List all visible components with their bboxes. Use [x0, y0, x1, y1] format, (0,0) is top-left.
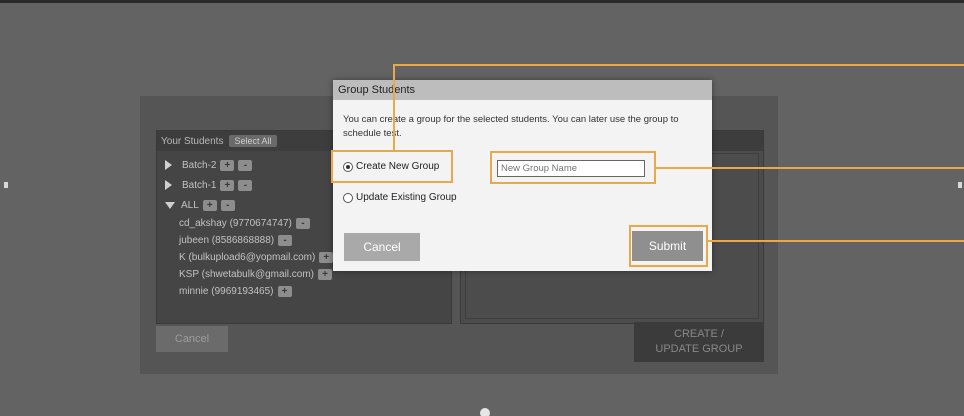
highlight-submit-button — [629, 225, 708, 267]
create-update-label-line2: UPDATE GROUP — [655, 343, 743, 355]
select-all-button[interactable]: Select All — [229, 135, 277, 147]
student-label: K (bulkupload6@yopmail.com) — [179, 252, 316, 263]
student-label: cd_akshay (9770674747) — [179, 218, 292, 229]
students-header-title: Your Students — [161, 135, 224, 147]
remove-student-button[interactable]: - — [278, 235, 293, 246]
expand-arrow-icon[interactable] — [165, 180, 172, 190]
update-existing-group-label[interactable]: Update Existing Group — [356, 192, 457, 203]
add-student-button[interactable]: + — [277, 286, 292, 297]
cancel-button[interactable]: Cancel — [344, 233, 420, 261]
highlight-group-name-input — [490, 151, 656, 184]
add-student-button[interactable]: + — [318, 269, 333, 280]
create-update-group-button[interactable]: CREATE / UPDATE GROUP — [634, 322, 764, 362]
add-button[interactable]: + — [220, 179, 235, 191]
remove-student-button[interactable]: - — [295, 218, 310, 229]
right-edge-marker — [958, 182, 962, 188]
update-existing-group-option[interactable]: Update Existing Group — [343, 192, 457, 203]
left-edge-marker — [4, 182, 8, 188]
tree-node-label: Batch-2 — [182, 159, 217, 171]
collapse-arrow-icon[interactable] — [165, 201, 175, 209]
remove-button[interactable]: - — [238, 179, 253, 191]
dialog-title: Group Students — [333, 80, 712, 100]
bottom-marker — [480, 408, 490, 416]
callout-line-1-vertical — [393, 64, 395, 150]
callout-line-2 — [656, 167, 964, 169]
tree-node-label: Batch-1 — [182, 179, 217, 191]
callout-line-3 — [708, 240, 964, 242]
student-item: minnie (9969193465) + — [165, 283, 443, 300]
expand-arrow-icon[interactable] — [165, 160, 172, 170]
add-student-button[interactable]: + — [319, 252, 334, 263]
radio-unselected-icon[interactable] — [343, 192, 353, 203]
remove-button[interactable]: - — [220, 199, 235, 211]
remove-button[interactable]: - — [238, 159, 253, 171]
top-border — [0, 0, 964, 3]
tree-node-label: ALL — [181, 199, 199, 211]
student-label: KSP (shwetabulk@gmail.com) — [179, 269, 315, 280]
page-cancel-button[interactable]: Cancel — [156, 326, 228, 352]
create-update-label-line1: CREATE / — [674, 328, 724, 340]
add-button[interactable]: + — [202, 199, 217, 211]
student-label: jubeen (8586868888) — [179, 235, 275, 246]
dialog-description: You can create a group for the selected … — [343, 114, 679, 139]
callout-line-1-horizontal — [393, 64, 964, 66]
highlight-create-new-group — [331, 150, 453, 183]
student-label: minnie (9969193465) — [179, 286, 274, 297]
add-button[interactable]: + — [220, 159, 235, 171]
